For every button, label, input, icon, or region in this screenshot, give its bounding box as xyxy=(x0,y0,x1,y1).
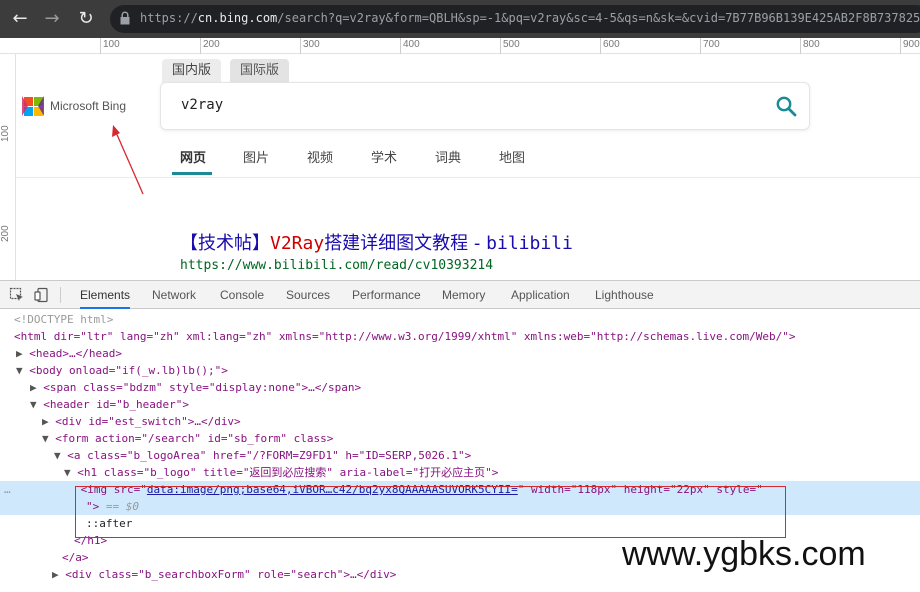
url-prefix: https:// xyxy=(140,11,198,25)
ruler-tick-line xyxy=(400,38,401,54)
ruler-tick-label: 500 xyxy=(503,39,520,50)
active-tab-indicator xyxy=(172,172,212,175)
ruler-tick-label: 400 xyxy=(403,39,420,50)
divider xyxy=(16,177,920,178)
search-box[interactable]: v2ray xyxy=(160,82,810,130)
tree-line-est-switch[interactable]: ▶ <div id="est_switch">…</div> xyxy=(0,413,920,430)
tab-maps[interactable]: 地图 xyxy=(499,147,525,166)
ruler-tick-line xyxy=(200,38,201,54)
annotation-box xyxy=(75,486,786,538)
result-url[interactable]: https://www.bilibili.com/read/cv10393214 xyxy=(180,258,493,273)
url-host: cn.bing.com xyxy=(197,11,278,25)
devtools-tab-console[interactable]: Console xyxy=(220,281,264,309)
ruler-tick-label: 200 xyxy=(0,225,11,242)
url-path: /search?q=v2ray&form=QBLH&sp=-1&pq=v2ray… xyxy=(277,11,920,25)
horizontal-ruler: 100 200 300 400 500 600 700 800 900 xyxy=(0,38,920,54)
ruler-tick-label: 100 xyxy=(103,39,120,50)
ruler-tick-label: 900 xyxy=(903,39,920,50)
ruler-tick-label: 800 xyxy=(803,39,820,50)
ruler-tick-label: 200 xyxy=(203,39,220,50)
vertical-ruler: 100 200 xyxy=(0,54,16,280)
tab-images[interactable]: 图片 xyxy=(243,147,269,166)
devtools-tabbar: Elements Network Console Sources Perform… xyxy=(0,281,920,309)
devtools-tab-performance[interactable]: Performance xyxy=(352,281,421,309)
annotation-arrow-icon xyxy=(112,125,144,195)
result-title-rest: 搭建详细图文教程 - xyxy=(324,233,487,254)
tab-web[interactable]: 网页 xyxy=(180,147,206,166)
tree-line-head[interactable]: ▶ <head>…</head> xyxy=(0,345,920,362)
ruler-tick-line xyxy=(600,38,601,54)
tabbar-separator xyxy=(60,287,61,303)
ruler-tick-line xyxy=(800,38,801,54)
tree-line-header[interactable]: ▼ <header id="b_header"> xyxy=(0,396,920,413)
tree-line-doctype[interactable]: <!DOCTYPE html> xyxy=(0,311,920,328)
address-bar[interactable]: https://cn.bing.com/search?q=v2ray&form=… xyxy=(110,5,920,33)
tab-domestic[interactable]: 国内版 xyxy=(162,59,222,83)
tab-academic[interactable]: 学术 xyxy=(371,147,397,166)
devtools-tab-application[interactable]: Application xyxy=(511,281,570,309)
ruler-tick-label: 700 xyxy=(703,39,720,50)
ruler-tick-line xyxy=(700,38,701,54)
ruler-tick-label: 600 xyxy=(603,39,620,50)
devtools-tab-sources[interactable]: Sources xyxy=(286,281,330,309)
search-input[interactable]: v2ray xyxy=(181,97,223,113)
lock-icon xyxy=(120,11,130,25)
reload-icon[interactable]: ↻ xyxy=(74,7,98,31)
result-title-prefix: 【技术帖】 xyxy=(180,233,270,254)
ruler-tick-line xyxy=(900,38,901,54)
tab-international[interactable]: 国际版 xyxy=(230,59,290,83)
logo-text: Microsoft Bing xyxy=(50,99,127,113)
ruler-tick-line xyxy=(100,38,101,54)
forward-arrow-icon[interactable]: → xyxy=(40,7,64,31)
ruler-tick-label: 300 xyxy=(303,39,320,50)
result-title-site: bilibili xyxy=(486,233,573,254)
result-title-en: V2Ray xyxy=(270,233,325,254)
result-title-link[interactable]: 【技术帖】V2Ray搭建详细图文教程 - bilibili xyxy=(180,229,573,255)
inspect-element-icon[interactable] xyxy=(9,287,25,303)
browser-toolbar: ← → ↻ https://cn.bing.com/search?q=v2ray… xyxy=(0,0,920,38)
tab-videos[interactable]: 视频 xyxy=(307,147,333,166)
tree-line-h1[interactable]: ▼ <h1 class="b_logo" title="返回到必应搜索" ari… xyxy=(0,464,920,481)
ruler-tick-label: 100 xyxy=(0,125,11,142)
watermark: www.ygbks.com xyxy=(622,535,866,573)
tree-line-a-logo[interactable]: ▼ <a class="b_logoArea" href="/?FORM=Z9F… xyxy=(0,447,920,464)
tree-line-body[interactable]: ▼ <body onload="if(_w.lb)lb();"> xyxy=(0,362,920,379)
tab-dictionary[interactable]: 词典 xyxy=(435,147,461,166)
devtools-tab-elements[interactable]: Elements xyxy=(80,281,131,309)
tree-line-form[interactable]: ▼ <form action="/search" id="sb_form" cl… xyxy=(0,430,920,447)
tree-line-span[interactable]: ▶ <span class="bdzm" style="display:none… xyxy=(0,379,920,396)
devtools-tab-network[interactable]: Network xyxy=(152,281,196,309)
back-arrow-icon[interactable]: ← xyxy=(8,7,32,31)
device-toolbar-icon[interactable] xyxy=(34,287,50,303)
tree-line-html[interactable]: <html dir="ltr" lang="zh" xml:lang="zh" … xyxy=(0,328,920,345)
search-icon[interactable] xyxy=(775,95,797,117)
ruler-tick-line xyxy=(500,38,501,54)
url-text: https://cn.bing.com/search?q=v2ray&form=… xyxy=(140,11,920,25)
devtools-tab-memory[interactable]: Memory xyxy=(442,281,485,309)
ruler-tick-line xyxy=(300,38,301,54)
devtools-tab-lighthouse[interactable]: Lighthouse xyxy=(595,281,654,309)
